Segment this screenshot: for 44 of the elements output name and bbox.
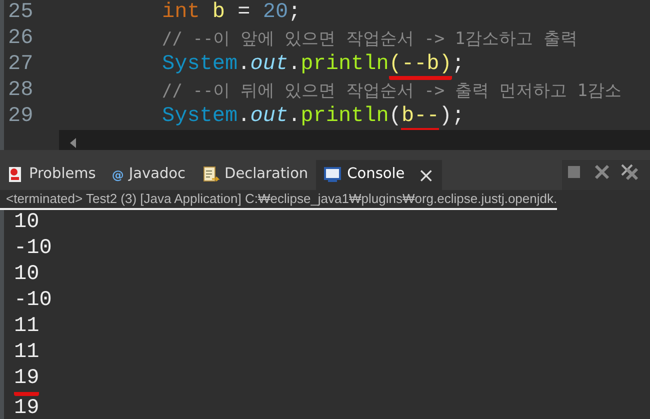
code-token: // --이 뒤에 있으면 작업순서 -> 출력 먼저하고 1감소 <box>162 81 622 101</box>
code-token: System <box>162 53 238 76</box>
declaration-icon <box>202 166 220 184</box>
view-tab[interactable]: Problems <box>0 160 104 190</box>
line-number: 28 <box>7 78 34 104</box>
output-line: -10 <box>14 288 52 314</box>
at-sign-icon: @ <box>112 166 124 184</box>
line-number: 27 <box>7 52 34 78</box>
view-tab[interactable]: Console × <box>316 160 442 190</box>
code-token: . <box>238 53 250 76</box>
code-token: ); <box>439 105 465 128</box>
code-token: println <box>300 105 389 128</box>
output-line: 19 <box>14 366 40 396</box>
code-token: ( <box>388 105 402 128</box>
output-line: 10 <box>14 210 40 236</box>
close-icon[interactable]: × <box>418 160 434 190</box>
code-token: println <box>300 53 389 76</box>
console-icon <box>324 167 342 183</box>
code-token: out <box>250 105 288 128</box>
code-token: . <box>288 53 301 76</box>
code-token: System <box>162 105 238 128</box>
code-token: // --이 앞에 있으면 작업순서 -> 1감소하고 출력 <box>162 29 578 49</box>
output-line: 11 <box>14 340 40 366</box>
line-number: 29 <box>7 104 34 130</box>
code-token: ; <box>288 1 301 24</box>
output-line: -10 <box>14 236 52 262</box>
code-token: . <box>238 105 250 128</box>
code-token: . <box>288 105 301 128</box>
output-line: 10 <box>14 262 40 288</box>
problems-icon <box>8 166 24 184</box>
line-number: 26 <box>7 26 34 52</box>
code-token: b <box>211 1 226 24</box>
output-line: 11 <box>14 314 40 340</box>
code-token: = <box>236 1 252 24</box>
code-token: 20 <box>262 1 288 24</box>
code-token: ; <box>452 53 464 76</box>
code-token: int <box>162 1 200 24</box>
underlined-code-token: (--b) <box>388 53 452 80</box>
output-line: 19 <box>14 396 40 419</box>
code-token: out <box>250 53 288 76</box>
view-tab[interactable]: @ Javadoc <box>104 160 194 190</box>
line-number: 25 <box>7 0 34 26</box>
view-tab[interactable]: Declaration <box>194 160 316 190</box>
horizontal-scrollbar[interactable] <box>59 130 650 150</box>
